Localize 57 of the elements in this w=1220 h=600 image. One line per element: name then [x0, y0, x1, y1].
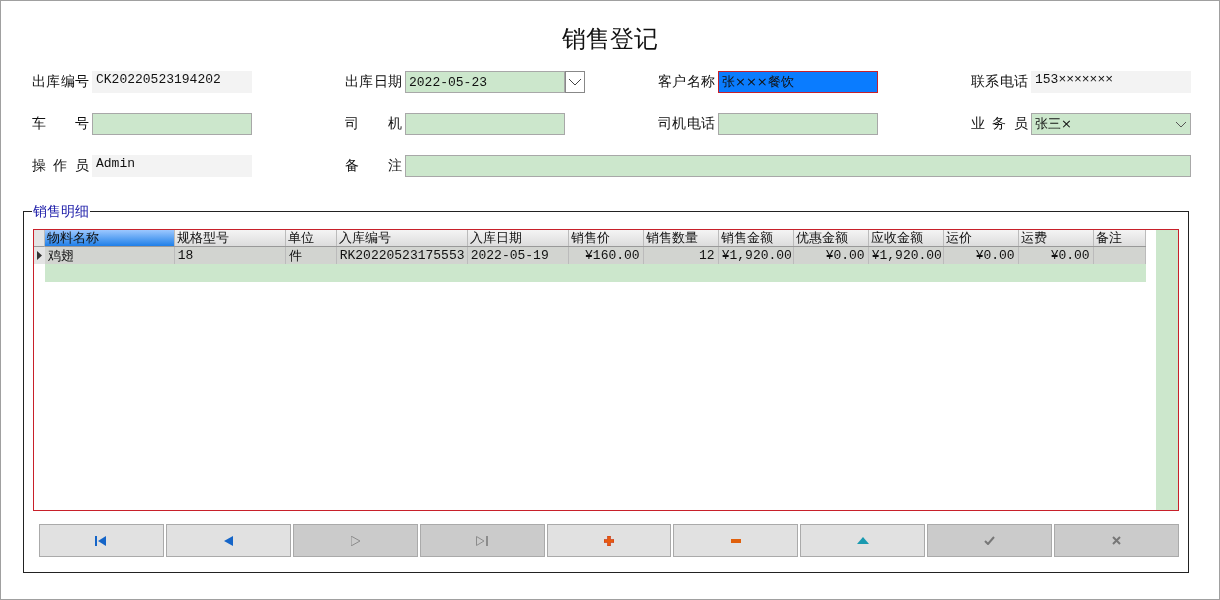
triangle-right-icon: [350, 535, 360, 546]
field-label: 出库编号: [32, 73, 89, 91]
table-row[interactable]: 鸡翅 18 件 RK20220523175553 2022-05-19 ¥160.00 12 ¥1,920.00 ¥0.00 ¥1,920.00 ¥0.00 ¥0.00: [44, 247, 1146, 264]
date-dropdown-button[interactable]: [565, 71, 585, 93]
column-header[interactable]: 单位: [285, 230, 337, 246]
column-header[interactable]: 物料名称: [44, 230, 175, 246]
date-field[interactable]: 2022-05-23: [405, 71, 565, 93]
field-label: 操 作 员: [32, 157, 89, 175]
readonly-field[interactable]: Admin: [92, 155, 252, 177]
first-record-button[interactable]: [39, 524, 164, 557]
check-icon: [984, 536, 996, 545]
column-header[interactable]: 销售数量: [643, 230, 719, 246]
field-label: 司机电话: [658, 115, 715, 133]
triangle-up-icon: [856, 537, 869, 544]
column-header[interactable]: 运价: [943, 230, 1019, 246]
input-field[interactable]: [92, 113, 252, 135]
column-header[interactable]: 优惠金额: [793, 230, 869, 246]
column-header[interactable]: 规格型号: [174, 230, 286, 246]
field-label: 出库日期: [345, 73, 402, 91]
column-header[interactable]: 入库日期: [467, 230, 569, 246]
field-label: 客户名称: [658, 73, 715, 91]
readonly-field[interactable]: 153×××××××: [1031, 71, 1191, 93]
skip-last-icon: [476, 535, 489, 546]
group-title: 销售明细: [32, 202, 90, 220]
move-up-button[interactable]: [800, 524, 926, 557]
minus-icon: [730, 538, 741, 543]
column-header[interactable]: 运费: [1018, 230, 1094, 246]
grid-corner: [34, 230, 45, 247]
input-field[interactable]: [718, 113, 878, 135]
input-field[interactable]: 张×××餐饮: [718, 71, 878, 93]
close-icon: [1112, 536, 1122, 545]
field-label: 业 务 员: [971, 115, 1028, 133]
select-field[interactable]: 张三×: [1031, 113, 1191, 135]
field-label: 备 注: [345, 157, 402, 175]
triangle-left-icon: [223, 535, 233, 546]
input-field[interactable]: [405, 155, 1191, 177]
plus-icon: [604, 535, 614, 546]
field-label: 车 号: [32, 115, 89, 133]
chevron-down-icon: [1175, 120, 1187, 128]
window-title: 销售登记: [562, 24, 658, 55]
field-label: 司 机: [345, 115, 402, 133]
select-value: 张三×: [1035, 115, 1073, 133]
column-header[interactable]: 销售价: [568, 230, 644, 246]
input-field[interactable]: [405, 113, 565, 135]
column-header[interactable]: 入库编号: [336, 230, 468, 246]
skip-first-icon: [95, 535, 108, 546]
triangle-right-icon: [36, 251, 42, 260]
field-label: 联系电话: [971, 73, 1028, 91]
column-header[interactable]: 备注: [1093, 230, 1146, 246]
previous-record-button[interactable]: [165, 524, 291, 557]
row-indicator[interactable]: [34, 247, 45, 264]
column-header[interactable]: 应收金额: [868, 230, 944, 246]
readonly-field[interactable]: CK20220523194202: [92, 71, 252, 93]
delete-button[interactable]: [673, 524, 799, 557]
add-button[interactable]: [546, 524, 672, 557]
column-header[interactable]: 销售金额: [718, 230, 794, 246]
chevron-down-icon: [568, 78, 582, 86]
